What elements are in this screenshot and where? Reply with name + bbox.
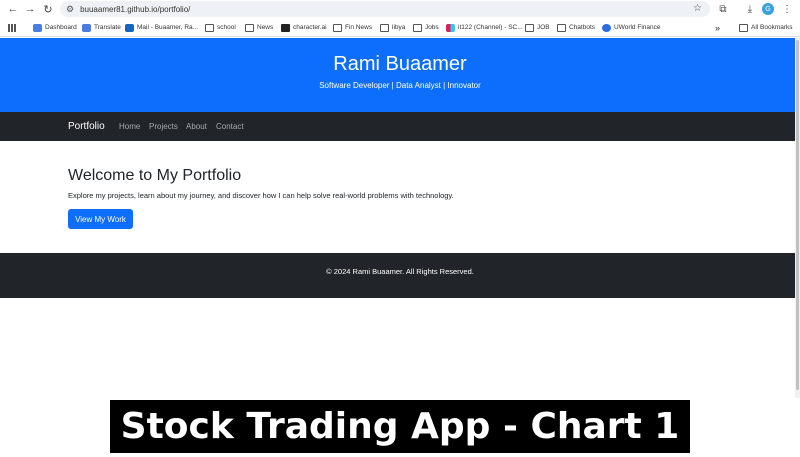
hero-tagline: Software Developer | Data Analyst | Inno… <box>319 81 481 90</box>
nav-link-projects[interactable]: Projects <box>149 122 178 131</box>
bookmark-school[interactable]: school <box>205 21 236 34</box>
view-my-work-button[interactable]: View My Work <box>68 209 133 229</box>
browser-toolbar: ← → ↻ ⚙ buuaamer81.github.io/portfolio/ … <box>0 0 800 18</box>
folder-icon <box>525 23 534 32</box>
download-icon[interactable]: ⤓ <box>743 1 757 17</box>
extensions-icon[interactable]: ⧉ <box>716 1 730 17</box>
folder-icon <box>205 23 214 32</box>
intro-text: Explore my projects, learn about my jour… <box>68 191 454 200</box>
all-bookmarks[interactable]: All Bookmarks <box>739 21 793 34</box>
reload-icon[interactable]: ↻ <box>39 0 57 18</box>
bookmark-character-ai[interactable]: character.ai <box>281 21 327 34</box>
back-arrow-icon[interactable]: ← <box>4 0 22 18</box>
copyright-text: © 2024 Rami Buaamer. All Rights Reserved… <box>326 267 474 276</box>
bookmark-translate[interactable]: Translate <box>82 21 121 34</box>
bookmark-jobs[interactable]: Jobs <box>413 21 439 34</box>
outlook-icon <box>125 23 134 32</box>
nav-link-contact[interactable]: Contact <box>216 122 244 131</box>
bookmark-mail[interactable]: Mail - Buaamer, Ra... <box>125 21 198 34</box>
slack-icon <box>446 23 455 32</box>
uworld-icon <box>602 23 611 32</box>
bookmark-it122[interactable]: it122 (Channel) - SC... <box>446 21 523 34</box>
bookmark-libya[interactable]: libya <box>380 21 405 34</box>
video-caption: Stock Trading App - Chart 1 <box>110 400 690 453</box>
main-section: Welcome to My Portfolio Explore my proje… <box>0 141 800 253</box>
navbar-brand[interactable]: Portfolio <box>68 121 105 132</box>
scrollbar-thumb[interactable] <box>796 40 799 390</box>
character-ai-icon <box>281 23 290 32</box>
menu-kebab-icon[interactable]: ⋮ <box>780 1 794 17</box>
bookmark-chatbots[interactable]: Chatbots <box>557 21 595 34</box>
dashboard-icon <box>33 23 42 32</box>
site-info-icon[interactable]: ⚙ <box>66 4 74 15</box>
site-navbar: Portfolio Home Projects About Contact <box>0 112 800 141</box>
nav-link-home[interactable]: Home <box>119 122 140 131</box>
bookmark-star-icon[interactable]: ☆ <box>693 3 702 14</box>
address-bar[interactable]: ⚙ buuaamer81.github.io/portfolio/ ☆ <box>60 1 710 17</box>
hero-header: Rami Buaamer Software Developer | Data A… <box>0 38 800 112</box>
bookmarks-overflow-button[interactable]: » <box>715 21 720 34</box>
forward-arrow-icon[interactable]: → <box>21 0 39 18</box>
apps-icon[interactable] <box>8 21 20 34</box>
folder-icon <box>380 23 389 32</box>
translate-icon <box>82 23 91 32</box>
folder-icon <box>333 23 342 32</box>
bookmark-fin-news[interactable]: Fin News <box>333 21 372 34</box>
bookmark-news[interactable]: News <box>245 21 273 34</box>
folder-icon <box>413 23 422 32</box>
hero-name: Rami Buaamer <box>333 53 467 75</box>
bookmarks-bar: Dashboard Translate Mail - Buaamer, Ra..… <box>0 18 800 37</box>
bookmark-job[interactable]: JOB <box>525 21 550 34</box>
folder-icon <box>739 23 748 32</box>
site-footer: © 2024 Rami Buaamer. All Rights Reserved… <box>0 253 800 298</box>
folder-icon <box>557 23 566 32</box>
folder-icon <box>245 23 254 32</box>
url-text: buuaamer81.github.io/portfolio/ <box>80 4 191 14</box>
nav-link-about[interactable]: About <box>186 122 207 131</box>
profile-avatar[interactable]: G <box>762 3 774 15</box>
page-title: Welcome to My Portfolio <box>68 167 242 184</box>
page-scrollbar[interactable] <box>795 38 800 398</box>
bookmark-dashboard[interactable]: Dashboard <box>33 21 77 34</box>
bookmark-uworld-finance[interactable]: UWorld Finance <box>602 21 660 34</box>
